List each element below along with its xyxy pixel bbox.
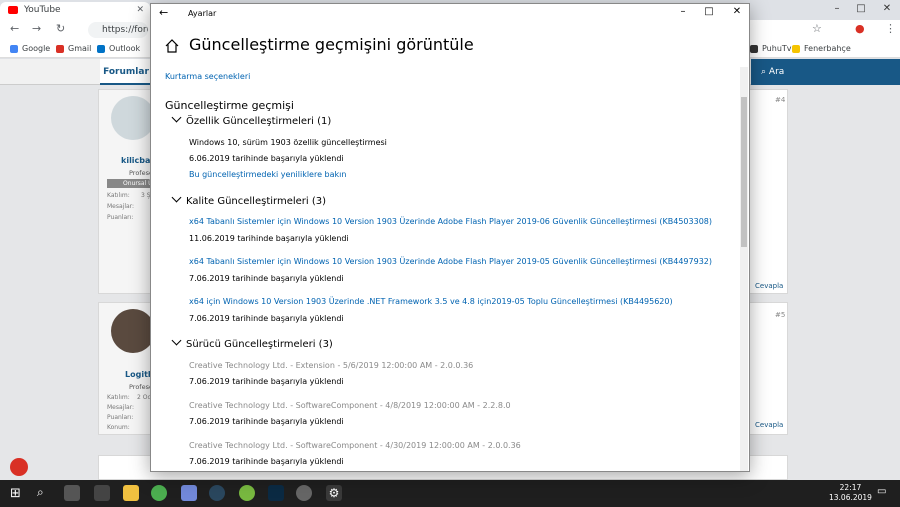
extension-icon[interactable]: ● bbox=[855, 22, 865, 35]
settings-window: ← Ayarlar – □ ✕ Güncelleştirme geçmişini… bbox=[150, 3, 750, 472]
steam-icon[interactable] bbox=[209, 485, 225, 501]
driver-name: Creative Technology Ltd. - SoftwareCompo… bbox=[189, 401, 511, 410]
history-heading: Güncelleştirme geçmişi bbox=[165, 99, 294, 112]
page-title: Güncelleştirme geçmişini görüntüle bbox=[189, 35, 474, 54]
avatar[interactable] bbox=[111, 309, 150, 353]
update-status: 7.06.2019 tarihinde başarıyla yüklendi bbox=[189, 457, 344, 466]
user-title: Profesö bbox=[129, 383, 151, 391]
window-title: Ayarlar bbox=[188, 9, 217, 18]
google-icon bbox=[10, 45, 18, 53]
avatar[interactable] bbox=[111, 96, 150, 140]
update-status: 7.06.2019 tarihinde başarıyla yüklendi bbox=[189, 274, 344, 283]
update-status: 7.06.2019 tarihinde başarıyla yüklendi bbox=[189, 417, 344, 426]
bookmark-fenerbahce[interactable]: Fenerbahçe bbox=[792, 43, 851, 55]
recovery-options-link[interactable]: Kurtarma seçenekleri bbox=[165, 72, 250, 81]
driver-name: Creative Technology Ltd. - Extension - 5… bbox=[189, 361, 474, 370]
update-status: 7.06.2019 tarihinde başarıyla yüklendi bbox=[189, 314, 344, 323]
mail-icon[interactable] bbox=[94, 485, 110, 501]
browser-tab-label: YouTube bbox=[24, 5, 61, 15]
chevron-down-icon bbox=[171, 112, 182, 123]
post-number[interactable]: #5 bbox=[775, 311, 785, 319]
star-icon[interactable]: ☆ bbox=[812, 22, 822, 35]
close-browser-button[interactable]: ✕ bbox=[876, 0, 898, 18]
post-number[interactable]: #4 bbox=[775, 96, 785, 104]
utorrent-icon[interactable] bbox=[239, 485, 255, 501]
quality-updates-group[interactable]: Kalite Güncelleştirmeleri (3) bbox=[171, 192, 326, 207]
update-status: 7.06.2019 tarihinde başarıyla yüklendi bbox=[189, 377, 344, 386]
puhutv-icon bbox=[750, 45, 758, 53]
user-rank: Onursal Ü bbox=[107, 179, 150, 188]
minimize-button[interactable]: – bbox=[670, 6, 696, 17]
fenerbahce-icon bbox=[792, 45, 800, 53]
feature-updates-group[interactable]: Özellik Güncelleştirmeleri (1) bbox=[171, 112, 331, 127]
settings-titlebar: ← Ayarlar – □ ✕ bbox=[151, 4, 749, 24]
update-name: Windows 10, sürüm 1903 özellik güncelleş… bbox=[189, 138, 387, 147]
close-button[interactable]: ✕ bbox=[724, 6, 749, 17]
bookmark-outlook[interactable]: Outlook bbox=[97, 43, 140, 55]
user-info: Logith Profesö Katılım: 2 Oc Mesajlar: P… bbox=[99, 303, 151, 434]
settings-icon[interactable]: ⚙ bbox=[326, 485, 342, 501]
browser-forward-icon[interactable]: → bbox=[32, 22, 41, 35]
reload-icon[interactable]: ↻ bbox=[56, 22, 65, 35]
address-bar[interactable]: https://forum bbox=[88, 22, 148, 38]
taskbar: ⊞ ⌕ ⚙ 22:17 13.06.2019 ▭ bbox=[0, 480, 900, 507]
update-status: 6.06.2019 tarihinde başarıyla yüklendi bbox=[189, 154, 344, 163]
driver-updates-group[interactable]: Sürücü Güncelleştirmeleri (3) bbox=[171, 335, 333, 350]
bookmark-gmail[interactable]: Gmail bbox=[56, 43, 91, 55]
update-link[interactable]: x64 Tabanlı Sistemler için Windows 10 Ve… bbox=[189, 217, 712, 226]
search-icon: ⌕ bbox=[761, 67, 769, 77]
search-icon[interactable]: ⌕ bbox=[37, 485, 44, 500]
reply-link[interactable]: Cevapla bbox=[755, 421, 783, 429]
username[interactable]: Logith bbox=[125, 370, 150, 379]
whats-new-link[interactable]: Bu güncelleştirmedeki yeniliklere bakın bbox=[189, 170, 346, 179]
reply-link[interactable]: Cevapla bbox=[755, 282, 783, 290]
photoshop-icon[interactable] bbox=[268, 485, 284, 501]
discord-icon[interactable] bbox=[181, 485, 197, 501]
youtube-icon bbox=[8, 6, 18, 14]
back-arrow-icon[interactable]: ← bbox=[159, 6, 168, 19]
menu-icon[interactable]: ⋮ bbox=[885, 22, 896, 35]
notification-icon[interactable] bbox=[10, 458, 28, 476]
browser-tab[interactable]: YouTube ✕ bbox=[0, 2, 150, 20]
browser-back-icon[interactable]: ← bbox=[10, 22, 19, 35]
app-icon[interactable] bbox=[296, 485, 312, 501]
clock[interactable]: 22:17 13.06.2019 bbox=[829, 483, 872, 503]
minimize-browser-button[interactable]: – bbox=[826, 0, 848, 18]
nav-search[interactable]: ⌕ Ara bbox=[751, 59, 900, 85]
scroll-thumb[interactable] bbox=[741, 97, 747, 247]
update-link[interactable]: x64 Tabanlı Sistemler için Windows 10 Ve… bbox=[189, 257, 712, 266]
notification-center-icon[interactable]: ▭ bbox=[877, 486, 886, 497]
file-explorer-icon[interactable] bbox=[123, 485, 139, 501]
chevron-down-icon bbox=[171, 335, 182, 346]
user-title: Profesö bbox=[129, 169, 151, 177]
update-link[interactable]: x64 için Windows 10 Version 1903 Üzerind… bbox=[189, 297, 673, 306]
maximize-browser-button[interactable]: □ bbox=[850, 0, 872, 18]
close-tab-icon[interactable]: ✕ bbox=[136, 2, 144, 19]
store-icon[interactable] bbox=[64, 485, 80, 501]
maximize-button[interactable]: □ bbox=[696, 6, 722, 17]
user-info: kilicbal Profesö Onursal Ü Katılım: 3 Ş … bbox=[99, 90, 151, 293]
nav-forumlar[interactable]: Forumlar bbox=[100, 59, 152, 85]
chevron-down-icon bbox=[171, 192, 182, 203]
gmail-icon bbox=[56, 45, 64, 53]
home-icon bbox=[165, 39, 179, 53]
bookmark-puhutv[interactable]: PuhuTv bbox=[750, 43, 792, 55]
windows-start-icon[interactable]: ⊞ bbox=[10, 486, 21, 501]
outlook-icon bbox=[97, 45, 105, 53]
username[interactable]: kilicbal bbox=[121, 156, 150, 165]
scrollbar[interactable] bbox=[740, 67, 748, 471]
bookmark-google[interactable]: Google bbox=[10, 43, 50, 55]
update-status: 11.06.2019 tarihinde başarıyla yüklendi bbox=[189, 234, 349, 243]
chrome-icon[interactable] bbox=[151, 485, 167, 501]
driver-name: Creative Technology Ltd. - SoftwareCompo… bbox=[189, 441, 521, 450]
